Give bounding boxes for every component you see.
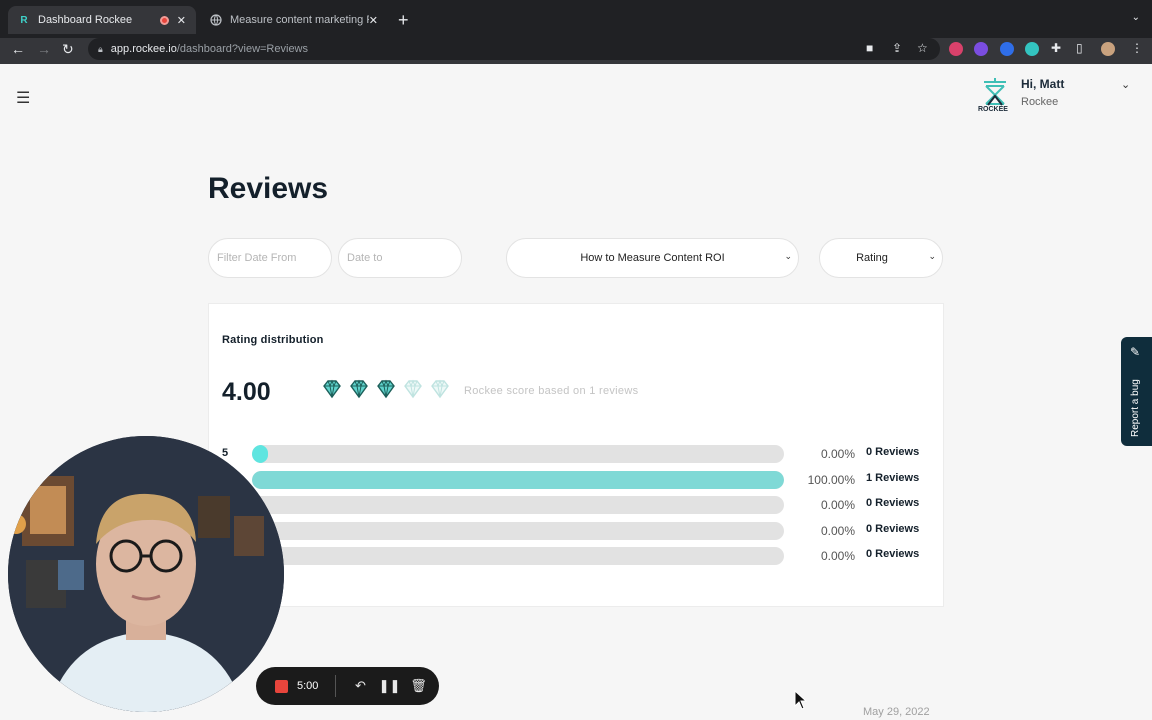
- extension-icon[interactable]: [974, 42, 988, 56]
- organization-name: Rockee: [1021, 96, 1059, 108]
- date-from-field[interactable]: [208, 238, 332, 278]
- globe-icon: [210, 14, 222, 26]
- extension-icon[interactable]: [1000, 42, 1014, 56]
- new-tab-button[interactable]: +: [398, 10, 409, 31]
- recording-indicator-icon: [159, 15, 169, 25]
- tab-title: Measure content marketing RO: [230, 14, 369, 26]
- rockee-favicon-icon: R: [20, 14, 28, 26]
- pause-icon[interactable]: ❚❚: [375, 678, 404, 694]
- diamond-icon: [348, 378, 370, 405]
- diamond-icon: [402, 378, 424, 405]
- extension-t-icon[interactable]: [949, 42, 963, 56]
- diamond-icon: [321, 378, 343, 405]
- chevron-down-icon[interactable]: ⌄: [1121, 78, 1130, 91]
- report-bug-tab[interactable]: ✎ Report a bug: [1121, 337, 1152, 446]
- rating-select-value: Rating: [856, 252, 888, 264]
- row-count: 0 Reviews: [866, 548, 920, 560]
- rockee-logo: ROCKEE: [976, 76, 1014, 116]
- chevron-down-icon: ⌄: [928, 251, 936, 261]
- row-count: 1 Reviews: [866, 472, 920, 484]
- rating-distribution-card: Rating distribution 4.00 Rockee score ba…: [208, 303, 944, 607]
- url-host: app.rockee.io: [110, 43, 177, 55]
- puzzle-extensions-icon[interactable]: ✚: [1051, 41, 1061, 55]
- date-to-field[interactable]: [338, 238, 462, 278]
- logo-text: ROCKEE: [978, 106, 1008, 113]
- reload-icon[interactable]: ↻: [62, 41, 74, 58]
- row-percent: 0.00%: [820, 498, 855, 512]
- recording-control-bar: 5:00 ↶ ❚❚ 🗑︎: [256, 667, 439, 705]
- share-icon[interactable]: ⇪: [892, 41, 902, 55]
- row-rating-label: 5: [222, 447, 229, 459]
- row-percent: 0.00%: [820, 524, 855, 538]
- article-select-value: How to Measure Content ROI: [580, 252, 725, 264]
- row-percent: 100.00%: [807, 473, 855, 487]
- score-caption: Rockee score based on 1 reviews: [464, 385, 639, 397]
- card-title: Rating distribution: [222, 334, 324, 346]
- diamond-icon: [375, 378, 397, 405]
- extension-icon[interactable]: [1025, 42, 1039, 56]
- tab-search-chevron-icon[interactable]: ⌄: [1132, 12, 1140, 23]
- gem-rating: [321, 378, 451, 405]
- menu-kebab-icon[interactable]: ⋮: [1131, 41, 1143, 55]
- user-greeting[interactable]: Hi, Matt: [1021, 77, 1064, 91]
- article-select[interactable]: How to Measure Content ROI ⌄: [506, 238, 799, 278]
- progress-fill: [252, 471, 784, 489]
- progress-track: [252, 547, 784, 565]
- distribution-row: 0.00% 0 Reviews: [209, 546, 945, 566]
- pencil-icon: ✎: [1130, 345, 1141, 359]
- row-count: 0 Reviews: [866, 497, 920, 509]
- profile-avatar[interactable]: [1101, 42, 1115, 56]
- url-path: /dashboard?view=Reviews: [176, 43, 309, 55]
- distribution-row: 0.00% 0 Reviews: [209, 495, 945, 515]
- distribution-row: 5 0.00% 0 Reviews: [209, 444, 945, 464]
- distribution-row: 100.00% 1 Reviews: [209, 470, 945, 490]
- lock-icon: 🔒︎: [98, 43, 103, 54]
- address-bar[interactable]: 🔒︎ app.rockee.io/dashboard?view=Reviews: [88, 38, 940, 60]
- progress-track: [252, 471, 784, 489]
- close-tab-icon[interactable]: ✕: [369, 14, 378, 27]
- undo-icon[interactable]: ↶: [346, 678, 375, 694]
- distribution-row: 0.00% 0 Reviews: [209, 521, 945, 541]
- camera-icon[interactable]: ■: [866, 41, 873, 55]
- close-tab-icon[interactable]: ✕: [177, 14, 186, 27]
- progress-track: [252, 522, 784, 540]
- tab-title: Dashboard Rockee: [38, 14, 133, 26]
- progress-fill: [252, 445, 268, 463]
- forward-arrow-icon[interactable]: →: [37, 41, 51, 57]
- hamburger-menu-icon[interactable]: ☰: [16, 88, 30, 108]
- page-title: Reviews: [208, 172, 329, 205]
- date-to-input[interactable]: [339, 252, 461, 264]
- rating-score: 4.00: [222, 378, 271, 406]
- progress-track: [252, 496, 784, 514]
- divider: [335, 675, 336, 697]
- back-arrow-icon[interactable]: ←: [11, 41, 25, 57]
- mouse-cursor-icon: [794, 689, 808, 715]
- report-bug-label: Report a bug: [1130, 379, 1141, 437]
- browser-toolbar: ← → ↻ 🔒︎ app.rockee.io/dashboard?view=Re…: [0, 38, 1152, 64]
- review-date: May 29, 2022: [863, 706, 930, 718]
- row-percent: 0.00%: [820, 549, 855, 563]
- stop-recording-button[interactable]: [275, 679, 288, 693]
- recording-timer: 5:00: [297, 680, 319, 692]
- row-count: 0 Reviews: [866, 523, 920, 535]
- row-percent: 0.00%: [820, 447, 855, 461]
- browser-tab-dashboard[interactable]: R Dashboard Rockee ✕: [8, 6, 196, 34]
- date-from-input[interactable]: [209, 252, 331, 264]
- trash-icon[interactable]: 🗑︎: [404, 678, 433, 694]
- webcam-overlay: [8, 436, 284, 712]
- rating-select[interactable]: Rating ⌄: [819, 238, 943, 278]
- side-panel-icon[interactable]: ▯: [1076, 41, 1083, 55]
- chevron-down-icon: ⌄: [784, 251, 792, 261]
- row-count: 0 Reviews: [866, 446, 920, 458]
- browser-tab-measure[interactable]: Measure content marketing RO ✕: [200, 6, 388, 34]
- diamond-icon: [429, 378, 451, 405]
- progress-track: [252, 445, 784, 463]
- browser-tabbar: R Dashboard Rockee ✕ Measure content mar…: [0, 0, 1152, 38]
- bookmark-star-icon[interactable]: ☆: [917, 41, 928, 55]
